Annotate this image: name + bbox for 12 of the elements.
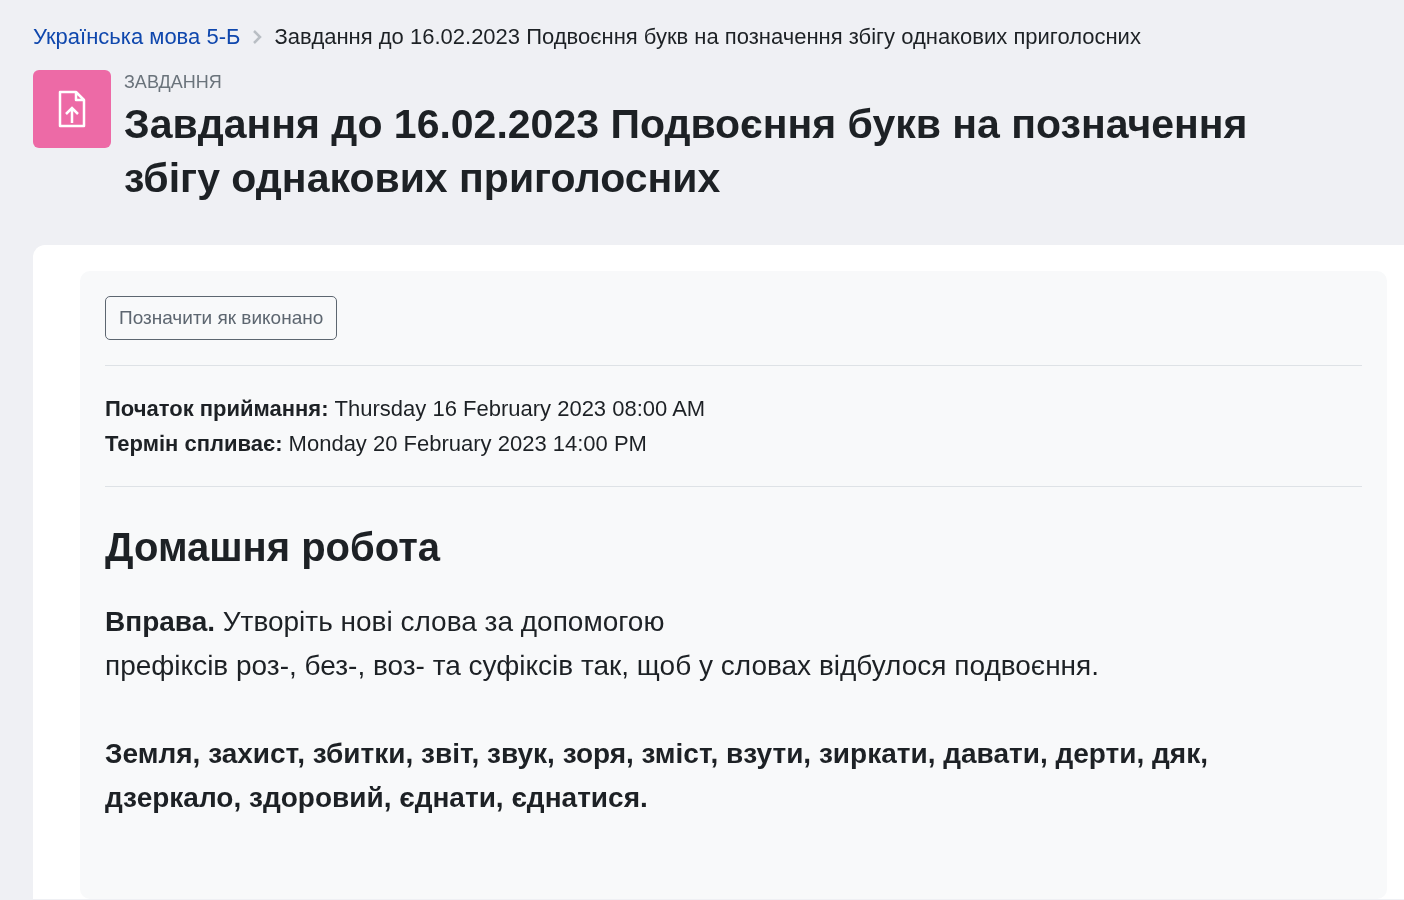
breadcrumb-link[interactable]: Українська мова 5-Б — [33, 24, 241, 50]
activity-type-label: ЗАВДАННЯ — [124, 72, 223, 93]
date-text: Початок приймання: Thursday 16 February 2023 08:00 AM — [105, 395, 707, 423]
section-heading: Домашня робота — [105, 525, 442, 570]
exercise-text: Вправа. Утворіть нові слова за допомогою префіксів роз-, без-, воз- та суфіксів так, щоб у словах відбулося подвоєння. — [105, 605, 1101, 683]
assignment-icon — [33, 70, 111, 148]
date-text: Термін спливає: Monday 20 February 2023 14:00 PM — [105, 430, 648, 458]
breadcrumb-current: Завдання до 16.02.2023 Подвоєння букв на позначення збігу однакових приголосних — [274, 24, 1141, 50]
mark-done-button[interactable]: Позначити як виконано — [105, 296, 338, 340]
word-list-text: Земля, захист, збитки, звіт, звук, зоря, зміст, взути, зиркати, давати, дерти, дяк, дзеркало, здоровий, єднати, єднатися. — [105, 737, 1209, 815]
chevron-icon — [252, 29, 263, 45]
page-title: Завдання до 16.02.2023 Подвоєння букв на позначення збігу однакових приголосних — [124, 100, 1249, 203]
